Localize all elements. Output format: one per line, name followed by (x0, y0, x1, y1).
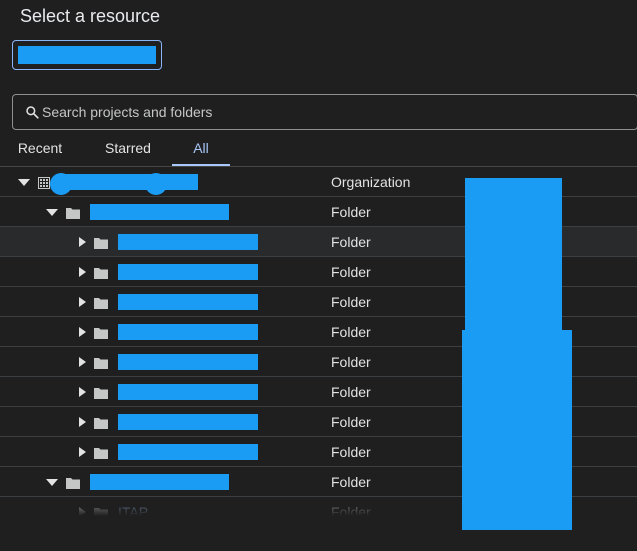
caret-right-icon[interactable] (76, 327, 88, 337)
tab-recent[interactable]: Recent (16, 134, 64, 164)
folder-icon (94, 296, 108, 309)
resource-type: Organization (331, 174, 411, 190)
redacted-resource-name[interactable] (90, 204, 229, 220)
caret-right-icon[interactable] (76, 447, 88, 457)
redacted-resource-name[interactable] (118, 444, 258, 460)
folder-icon (94, 416, 108, 429)
folder-icon (94, 446, 108, 459)
resource-type: Folder (331, 474, 371, 490)
tab-starred[interactable]: Starred (102, 134, 154, 164)
resource-type: Folder (331, 204, 371, 220)
redacted-resource-name[interactable] (63, 174, 198, 190)
redacted-resource-name[interactable] (90, 474, 229, 490)
redacted-resource-name[interactable] (118, 414, 258, 430)
caret-right-icon[interactable] (76, 297, 88, 307)
organization-selector[interactable] (12, 40, 162, 70)
caret-down-icon[interactable] (46, 207, 58, 217)
redacted-resource-name[interactable] (118, 354, 258, 370)
caret-down-icon[interactable] (46, 477, 58, 487)
redacted-org-avatar-left (50, 173, 72, 195)
resource-type: Folder (331, 264, 371, 280)
folder-icon (66, 476, 80, 489)
caret-down-icon[interactable] (18, 177, 30, 187)
redacted-resource-name[interactable] (118, 264, 258, 280)
search-input[interactable] (42, 104, 602, 120)
redacted-resource-name[interactable] (118, 294, 258, 310)
folder-icon (94, 266, 108, 279)
folder-icon (94, 356, 108, 369)
search-icon (26, 106, 39, 119)
resource-type: Folder (331, 384, 371, 400)
folder-icon (94, 236, 108, 249)
tab-all[interactable]: All (172, 134, 230, 166)
redacted-organization-name (18, 46, 156, 64)
redacted-id-column-lower (462, 330, 572, 530)
folder-icon (94, 326, 108, 339)
redacted-resource-name[interactable] (118, 384, 258, 400)
search-box[interactable] (12, 94, 637, 130)
resource-type: Folder (331, 324, 371, 340)
folder-icon (94, 386, 108, 399)
redacted-resource-name[interactable] (118, 324, 258, 340)
resource-type: Folder (331, 414, 371, 430)
folder-icon (66, 206, 80, 219)
caret-right-icon[interactable] (76, 357, 88, 367)
caret-right-icon[interactable] (76, 237, 88, 247)
redacted-id-column (465, 178, 562, 338)
redacted-resource-name[interactable] (118, 234, 258, 250)
caret-right-icon[interactable] (76, 267, 88, 277)
resource-type: Folder (331, 354, 371, 370)
dialog-title: Select a resource (20, 6, 161, 26)
caret-right-icon[interactable] (76, 387, 88, 397)
resource-type: Folder (331, 294, 371, 310)
resource-type: Folder (331, 444, 371, 460)
caret-right-icon[interactable] (76, 417, 88, 427)
resource-type: Folder (331, 234, 371, 250)
redacted-org-avatar-right (145, 173, 167, 195)
